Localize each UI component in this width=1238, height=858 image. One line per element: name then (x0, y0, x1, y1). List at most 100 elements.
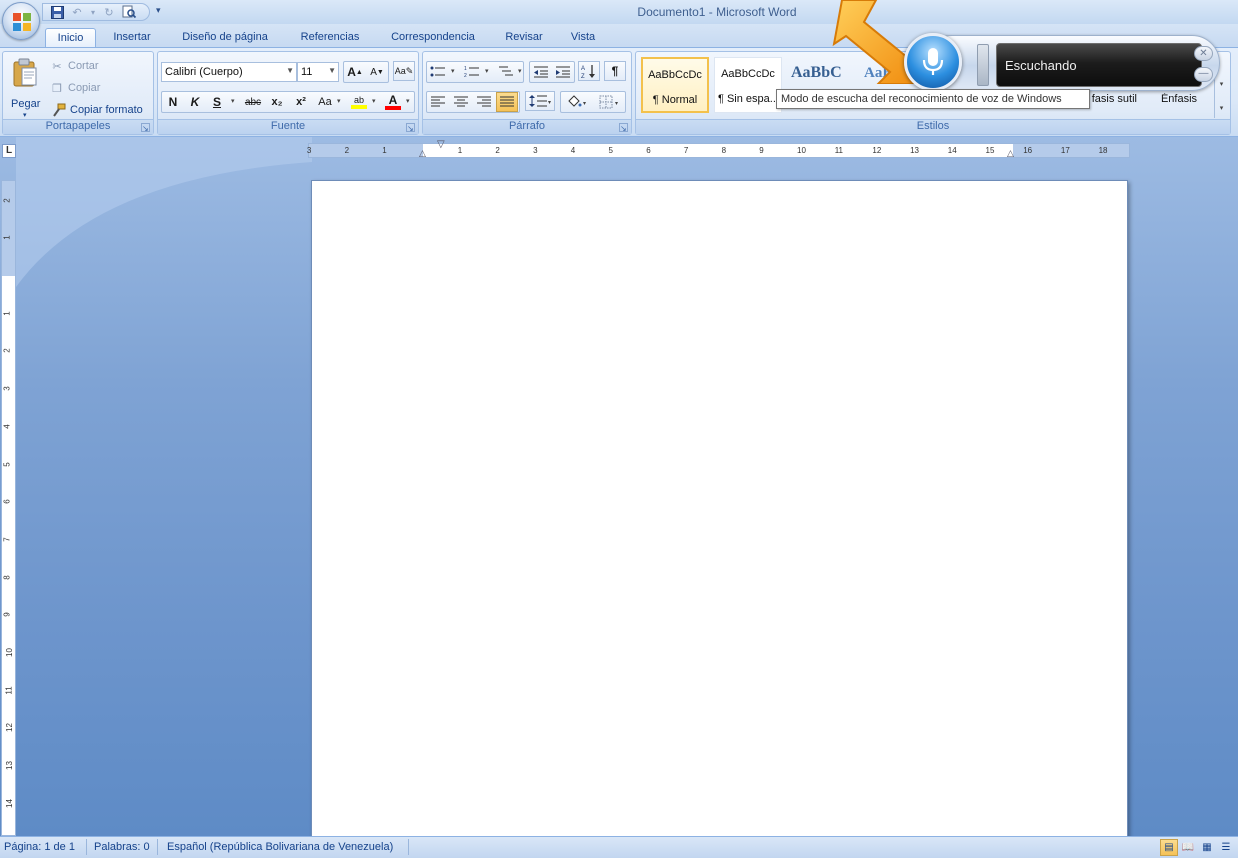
cut-button[interactable]: ✂ Cortar (49, 56, 98, 76)
styles-expand-icon[interactable]: ▾ (1215, 104, 1228, 112)
paste-button[interactable]: Pegar ▾ (7, 56, 43, 119)
hruler-tick-label: 1 (382, 146, 387, 155)
tab-selector-icon[interactable]: L (2, 144, 16, 158)
style-normal[interactable]: AaBbCcDc ¶ Normal (641, 57, 709, 113)
highlight-button[interactable]: ab (348, 92, 370, 112)
font-name-dropdown-icon[interactable]: ▼ (286, 66, 294, 75)
svg-text:▾: ▾ (548, 100, 551, 106)
tab-vista[interactable]: Vista (562, 28, 604, 48)
shrink-font-button[interactable]: A ▼ (366, 62, 388, 82)
decrease-indent-button[interactable] (530, 62, 552, 82)
underline-dropdown-icon[interactable]: ▾ (231, 97, 235, 105)
grow-font-button[interactable]: A ▲ (344, 62, 366, 82)
status-words[interactable]: Palabras: 0 (94, 841, 150, 853)
align-left-button[interactable] (427, 92, 449, 112)
hruler-tick-label: 12 (872, 146, 882, 155)
tab-revisar[interactable]: Revisar (496, 28, 552, 48)
borders-button[interactable]: ▾ (595, 92, 625, 112)
paste-label: Pegar (11, 98, 41, 110)
print-layout-icon: ▤ (1164, 842, 1174, 853)
shading-button[interactable]: ▾ (562, 92, 592, 112)
font-color-dropdown-icon[interactable]: ▾ (406, 97, 410, 105)
copy-button[interactable]: ❐ Copiar (49, 78, 100, 98)
change-case-dropdown-icon[interactable]: ▾ (337, 97, 341, 105)
multilevel-list-button[interactable] (495, 62, 517, 82)
font-color-button[interactable]: A (382, 92, 404, 112)
speech-minimize-icon[interactable]: — (1194, 67, 1213, 82)
document-page[interactable] (311, 180, 1128, 840)
clear-format-icon: Aa✎ (394, 65, 414, 76)
paste-dropdown-icon[interactable]: ▾ (23, 111, 27, 119)
office-button[interactable] (2, 2, 40, 40)
increase-indent-button[interactable] (552, 62, 574, 82)
vertical-ruler[interactable]: 2 1 1 2 3 4 5 6 7 8 9 10 11 12 13 14 (1, 180, 16, 836)
tab-inicio[interactable]: Inicio (45, 28, 96, 48)
tab-insertar[interactable]: Insertar (102, 28, 162, 48)
clear-format-button[interactable]: Aa✎ (393, 61, 415, 81)
format-painter-button[interactable]: Copiar formato (51, 100, 143, 120)
style-normal-name: ¶ Normal (652, 94, 698, 106)
web-layout-icon: ▦ (1202, 842, 1212, 853)
subscript-button[interactable]: x₂ (266, 92, 288, 112)
status-page[interactable]: Página: 1 de 1 (4, 841, 75, 853)
superscript-button[interactable]: x² (290, 92, 312, 112)
font-name-combo[interactable]: Calibri (Cuerpo) ▼ (161, 62, 297, 82)
align-right-button[interactable] (473, 92, 495, 112)
microphone-button[interactable] (904, 33, 962, 91)
hruler-tick-label: 13 (910, 146, 919, 155)
audio-level-meter (977, 44, 989, 86)
web-layout-button[interactable]: ▦ (1198, 839, 1216, 856)
vruler-tick-label: 11 (4, 686, 14, 695)
grow-font-label: A (347, 65, 356, 79)
align-right-icon (477, 96, 491, 107)
justify-button[interactable] (496, 92, 518, 112)
paragraph-launcher-icon[interactable]: ↘ (619, 123, 628, 133)
show-formatting-button[interactable]: ¶ (604, 61, 626, 81)
vruler-tick-label: 7 (2, 537, 12, 542)
style-sin-espaciado[interactable]: AaBbCcDc ¶ Sin espa... (714, 57, 782, 113)
line-spacing-button[interactable]: ▾ (525, 91, 555, 111)
italic-button[interactable]: K (184, 92, 206, 112)
left-indent-icon[interactable]: △ (419, 148, 426, 159)
full-screen-reading-button[interactable]: 📖 (1179, 839, 1197, 856)
right-indent-icon[interactable]: △ (1007, 148, 1014, 159)
tab-diseno-pagina[interactable]: Diseño de página (170, 28, 280, 48)
vruler-tick-label: 10 (4, 648, 14, 657)
font-group: Calibri (Cuerpo) ▼ 11 ▼ A ▲ A ▼ Aa✎ N K S … (157, 51, 419, 135)
bold-button[interactable]: N (162, 92, 184, 112)
print-layout-view-button[interactable]: ▤ (1160, 839, 1178, 856)
outline-view-button[interactable]: ☰ (1217, 839, 1235, 856)
font-group-label: Fuente (158, 119, 418, 134)
bullets-dropdown-icon[interactable]: ▾ (451, 67, 455, 75)
hruler-tick-label: 14 (947, 146, 957, 155)
first-line-indent-icon[interactable]: ▽ (437, 139, 445, 150)
numbering-button[interactable]: 12 (461, 62, 483, 82)
svg-text:A: A (581, 66, 585, 72)
speech-tooltip: Modo de escucha del reconocimiento de vo… (776, 89, 1090, 109)
tab-referencias[interactable]: Referencias (290, 28, 370, 48)
strikethrough-button[interactable]: abc (242, 92, 264, 112)
numbering-dropdown-icon[interactable]: ▾ (485, 67, 489, 75)
font-launcher-icon[interactable]: ↘ (406, 123, 415, 133)
horizontal-ruler[interactable]: 3 2 1 1 2 3 4 5 6 7 8 9 10 11 12 13 14 15 16 17 18 ▽ △ △ (307, 139, 1130, 159)
tab-correspondencia[interactable]: Correspondencia (380, 28, 486, 48)
font-size-dropdown-icon[interactable]: ▼ (328, 66, 336, 75)
bullets-button[interactable] (427, 62, 449, 82)
font-size-combo[interactable]: 11 ▼ (297, 62, 339, 82)
vruler-tick-label: 9 (2, 612, 12, 618)
multilevel-dropdown-icon[interactable]: ▾ (518, 67, 522, 75)
speech-close-icon[interactable]: ✕ (1194, 46, 1213, 61)
clipboard-launcher-icon[interactable]: ↘ (141, 123, 150, 133)
status-language[interactable]: Español (República Bolivariana de Venezu… (167, 841, 393, 853)
highlight-dropdown-icon[interactable]: ▾ (372, 97, 376, 105)
status-separator (408, 839, 409, 855)
underline-button[interactable]: S (206, 92, 228, 112)
sort-button[interactable]: AZ (578, 61, 600, 81)
decrease-indent-icon (534, 66, 548, 78)
hruler-tick-label: 16 (1023, 146, 1033, 155)
vruler-tick-label: 3 (2, 386, 12, 391)
paragraph-group: ▾ 12 ▾ ▾ AZ ¶ ▾ ▾ ▾ Párrafo ↘ (422, 51, 632, 135)
change-case-button[interactable]: Aa (314, 92, 336, 112)
align-center-button[interactable] (450, 92, 472, 112)
highlight-label: ab (353, 95, 364, 105)
